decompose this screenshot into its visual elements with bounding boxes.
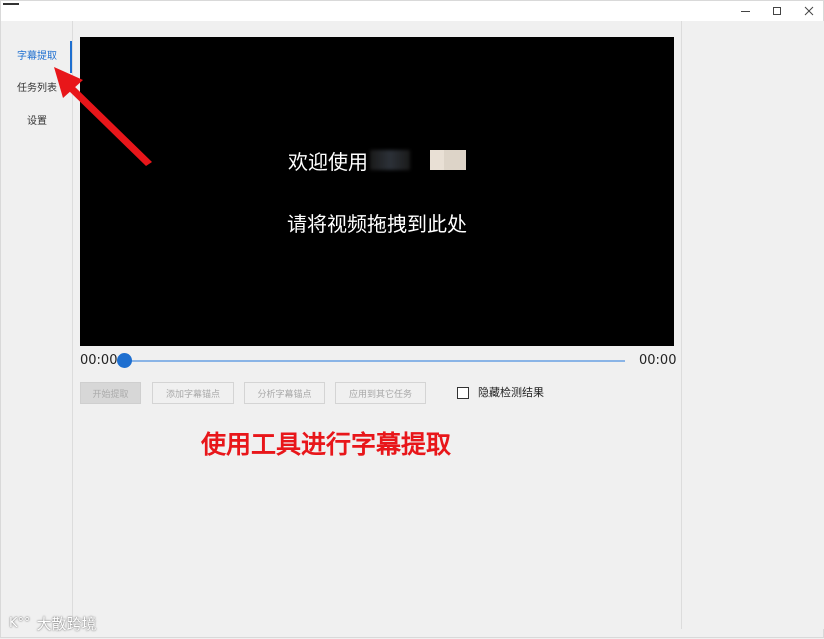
app-icon [3, 3, 19, 17]
current-time: 00:00 [80, 353, 118, 368]
redacted-app-name [370, 150, 410, 170]
video-drop-area[interactable] [80, 37, 674, 346]
app-window: 字幕提取 任务列表 设置 欢迎使用 请将视频拖拽到此处 00:00 00:00 … [0, 0, 824, 638]
apply-to-other-tasks-button[interactable]: 应用到其它任务 [335, 382, 426, 404]
watermark-text: 大散跨境 [36, 614, 97, 633]
minimize-icon [740, 10, 750, 12]
add-anchor-button[interactable]: 添加字幕锚点 [152, 382, 234, 404]
title-bar[interactable] [1, 1, 823, 21]
sidebar-item-settings[interactable]: 设置 [1, 106, 73, 132]
watermark: K°° 大散跨境 [9, 611, 97, 635]
seek-slider[interactable] [125, 360, 625, 362]
redacted-app-name-part [430, 150, 444, 170]
drop-hint: 请将视频拖拽到此处 [287, 212, 467, 236]
welcome-message: 欢迎使用 [288, 146, 466, 174]
minimize-button[interactable] [729, 1, 761, 21]
maximize-button[interactable] [761, 1, 793, 21]
total-time: 00:00 [639, 353, 677, 368]
sidebar-item-label: 任务列表 [17, 82, 57, 94]
sidebar-item-task-list[interactable]: 任务列表 [1, 73, 73, 99]
maximize-icon [773, 7, 781, 15]
watermark-logo: K°° [9, 615, 31, 631]
sidebar-item-label: 字幕提取 [17, 50, 57, 62]
hide-results-checkbox[interactable] [457, 387, 469, 399]
hide-results-label[interactable]: 隐藏检测结果 [478, 385, 544, 401]
sidebar: 字幕提取 任务列表 设置 [1, 21, 73, 629]
tutorial-annotation: 使用工具进行字幕提取 [201, 430, 452, 459]
welcome-text: 欢迎使用 [288, 149, 368, 174]
redacted-app-name-part [444, 150, 466, 170]
analyze-anchor-button[interactable]: 分析字幕锚点 [244, 382, 325, 404]
sidebar-item-subtitle-extract[interactable]: 字幕提取 [1, 41, 73, 73]
seek-slider-handle[interactable] [117, 353, 132, 368]
active-indicator [70, 41, 72, 73]
sidebar-item-label: 设置 [27, 115, 47, 127]
close-button[interactable] [793, 1, 824, 21]
close-icon [804, 6, 814, 16]
start-extract-button[interactable]: 开始提取 [80, 382, 141, 404]
right-panel [681, 21, 824, 629]
